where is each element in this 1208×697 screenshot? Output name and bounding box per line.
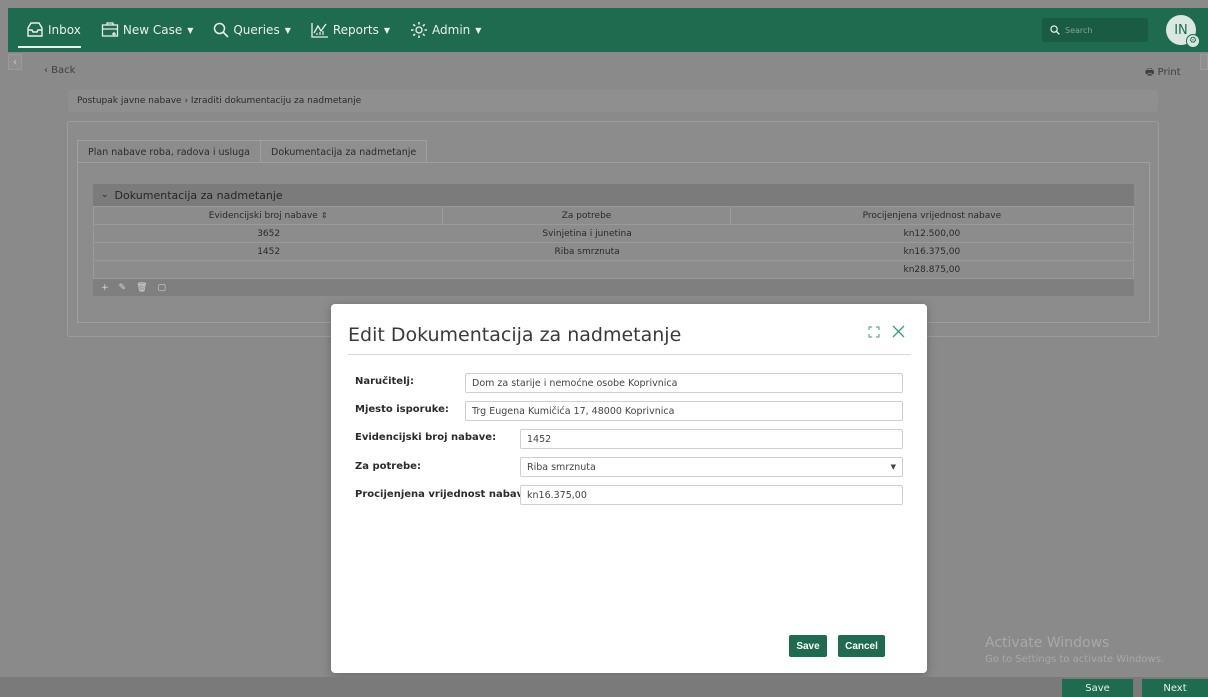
- comment-icon[interactable]: ▢: [158, 283, 167, 293]
- column-header-vrijednost[interactable]: Procijenjena vrijednost nabave: [731, 207, 1133, 224]
- watermark-line2: Go to Settings to activate Windows.: [985, 654, 1165, 665]
- breadcrumb: Postupak javne nabave › Izraditi dokumen…: [68, 90, 1158, 112]
- documentation-grid: ⌄ Dokumentacija za nadmetanje Evidencijs…: [93, 184, 1134, 296]
- grid-title-bar[interactable]: ⌄ Dokumentacija za nadmetanje: [93, 184, 1134, 206]
- cell-broj: 3652: [257, 228, 281, 239]
- windows-activation-watermark: Activate Windows Go to Settings to activ…: [985, 635, 1164, 665]
- column-header-broj[interactable]: Evidencijski broj nabave ⇕: [94, 207, 444, 224]
- gear-icon: [411, 22, 428, 38]
- chevron-down-icon: ▼: [475, 25, 482, 35]
- breadcrumb-text: Postupak javne nabave › Izraditi dokumen…: [77, 96, 362, 106]
- chevron-down-icon: ▼: [890, 463, 896, 471]
- add-icon[interactable]: +: [101, 283, 109, 293]
- settings-gear-icon[interactable]: ⚙: [1186, 34, 1200, 48]
- inbox-icon: [27, 22, 43, 37]
- nav-inbox-label: Inbox: [48, 23, 81, 37]
- field-row-vrijednost: Procijenjena vrijednost nabave:: [355, 489, 534, 500]
- watermark-line1: Activate Windows: [985, 635, 1110, 651]
- delete-icon[interactable]: 🗑: [136, 283, 147, 293]
- chevron-down-icon: ⌄: [101, 190, 109, 200]
- potrebe-label: Za potrebe:: [355, 461, 421, 472]
- evidencijski-broj-field[interactable]: 1452: [520, 429, 903, 449]
- reports-chart-icon: [311, 23, 328, 38]
- column-header-potrebe[interactable]: Za potrebe: [443, 207, 731, 224]
- dialog-divider: [348, 354, 910, 355]
- new-case-icon: [101, 22, 118, 37]
- search-input[interactable]: Search: [1042, 18, 1148, 42]
- tab-plan-nabave[interactable]: Plan nabave roba, radova i usluga: [77, 140, 261, 163]
- nav-reports-label: Reports: [332, 23, 379, 37]
- sidebar-toggle-left[interactable]: ‹: [8, 54, 22, 70]
- nav-new-case[interactable]: New Case ▼: [91, 8, 204, 52]
- vrijednost-label: Procijenjena vrijednost nabave:: [355, 489, 534, 500]
- cell-potrebe: Svinjetina i junetina: [542, 228, 632, 239]
- back-link[interactable]: ‹ Back: [44, 65, 75, 76]
- printer-icon: 🖶: [1145, 67, 1155, 78]
- search-placeholder: Search: [1065, 25, 1093, 35]
- cell-potrebe: Riba smrznuta: [554, 246, 620, 257]
- nav-reports[interactable]: Reports ▼: [301, 8, 400, 52]
- top-nav-bar: Inbox New Case ▼ Queries ▼ Reports ▼ Adm…: [8, 8, 1208, 52]
- field-row-mjesto: Mjesto isporuke:: [355, 404, 449, 415]
- tab-dokumentacija[interactable]: Dokumentacija za nadmetanje: [260, 140, 428, 163]
- table-row[interactable]: 1452 Riba smrznuta kn16.375,00: [93, 243, 1134, 261]
- field-row-broj: Evidencijski broj nabave:: [355, 432, 496, 443]
- mjesto-label: Mjesto isporuke:: [355, 404, 449, 415]
- footer-save-button[interactable]: Save: [1062, 679, 1133, 697]
- grid-toolbar: + ✎ 🗑 ▢: [93, 279, 1134, 296]
- bottom-action-bar: [0, 677, 1208, 697]
- total-row: kn28.875,00: [93, 261, 1134, 279]
- nav-new-case-label: New Case: [122, 23, 183, 37]
- cell-empty: [443, 261, 730, 278]
- cell-total: kn28.875,00: [903, 264, 961, 275]
- close-icon[interactable]: [892, 325, 905, 338]
- grid-title: Dokumentacija za nadmetanje: [114, 188, 283, 202]
- nav-admin-label: Admin: [432, 23, 471, 37]
- table-row[interactable]: 3652 Svinjetina i junetina kn12.500,00: [93, 225, 1134, 243]
- narucitelj-label: Naručitelj:: [355, 376, 414, 387]
- za-potrebe-select[interactable]: Riba smrznuta ▼: [520, 457, 903, 477]
- footer-next-button[interactable]: Next: [1142, 679, 1208, 697]
- dialog-save-button[interactable]: Save: [789, 635, 827, 657]
- edit-icon[interactable]: ✎: [119, 283, 127, 293]
- grid-header-row: Evidencijski broj nabave ⇕ Za potrebe Pr…: [93, 206, 1134, 225]
- sort-icon: ⇕: [320, 211, 328, 220]
- cell-empty: [94, 261, 443, 278]
- sidebar-toggle-right[interactable]: [1200, 54, 1208, 70]
- maximize-icon[interactable]: [868, 326, 880, 338]
- cell-broj: 1452: [257, 246, 281, 257]
- nav-inbox[interactable]: Inbox: [8, 8, 91, 52]
- dialog-controls: [868, 325, 905, 338]
- chevron-down-icon: ▼: [284, 25, 291, 35]
- nav-queries-label: Queries: [233, 23, 280, 37]
- cell-vrijednost: kn16.375,00: [903, 246, 961, 257]
- mjesto-isporuke-field[interactable]: Trg Eugena Kumičića 17, 48000 Koprivnica: [465, 401, 903, 421]
- field-row-narucitelj: Naručitelj:: [355, 376, 414, 387]
- print-label: Print: [1157, 67, 1181, 78]
- dialog-title: Edit Dokumentacija za nadmetanje: [348, 324, 682, 346]
- chevron-left-icon: ‹: [13, 56, 17, 68]
- chevron-down-icon: ▼: [187, 25, 194, 35]
- edit-dialog: Edit Dokumentacija za nadmetanje Naručit…: [331, 304, 927, 673]
- field-row-potrebe: Za potrebe:: [355, 461, 421, 472]
- cell-vrijednost: kn12.500,00: [903, 228, 961, 239]
- dialog-cancel-button[interactable]: Cancel: [838, 635, 885, 657]
- chevron-down-icon: ▼: [383, 25, 391, 35]
- procijenjena-vrijednost-field[interactable]: kn16.375,00: [520, 485, 903, 505]
- search-icon: [1050, 25, 1060, 35]
- print-button[interactable]: 🖶 Print: [1145, 65, 1181, 82]
- search-icon: [214, 22, 229, 38]
- nav-queries[interactable]: Queries ▼: [203, 8, 301, 52]
- tab-strip: Plan nabave roba, radova i usluga Dokume…: [77, 140, 428, 163]
- nav-admin[interactable]: Admin ▼: [400, 8, 491, 52]
- narucitelj-field[interactable]: Dom za starije i nemoćne osobe Koprivnic…: [465, 373, 903, 393]
- broj-label: Evidencijski broj nabave:: [355, 432, 497, 443]
